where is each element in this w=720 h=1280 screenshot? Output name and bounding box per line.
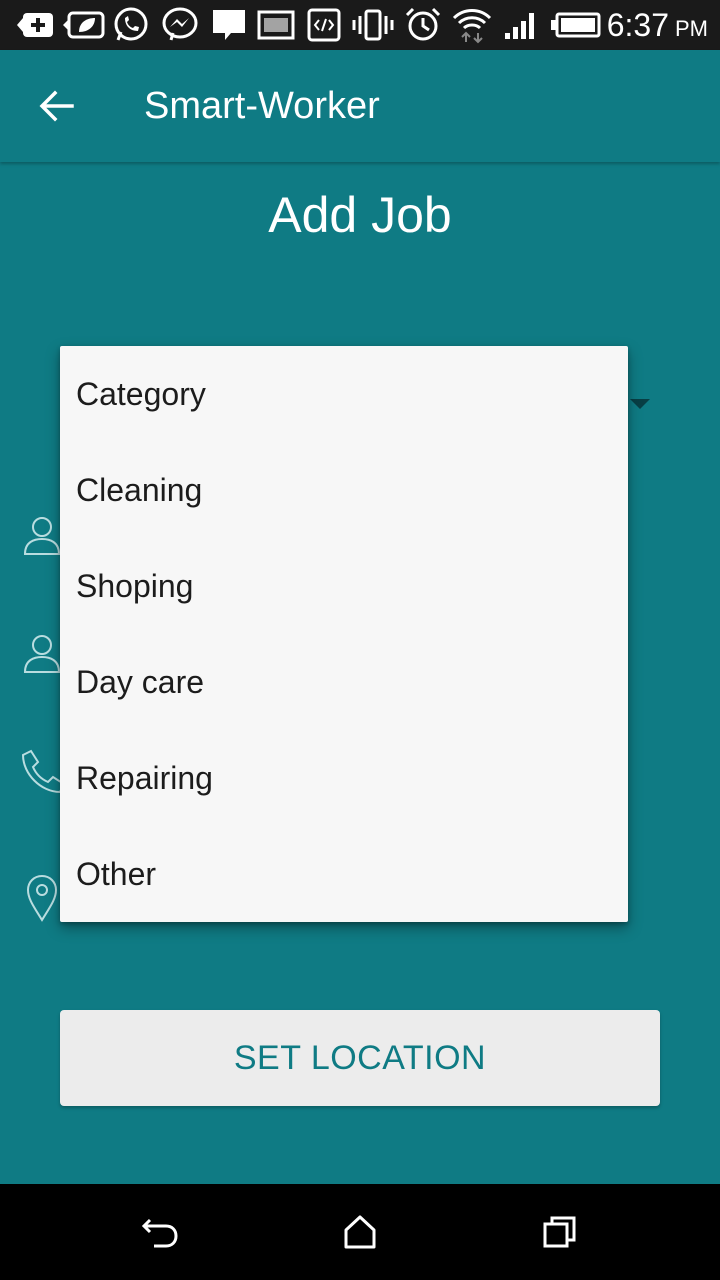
add-box-icon: [16, 8, 56, 42]
home-icon: [344, 1215, 376, 1249]
back-icon: [141, 1218, 178, 1248]
person-icon: [18, 630, 66, 678]
app-title: Smart-Worker: [144, 85, 380, 127]
alarm-icon: [402, 7, 444, 42]
image-icon: [256, 8, 296, 42]
category-dropdown: Category Cleaning Shoping Day care Repai…: [60, 346, 628, 922]
back-button[interactable]: [28, 78, 84, 134]
app-bar: Smart-Worker: [0, 50, 720, 162]
dropdown-item-category[interactable]: Category: [60, 346, 628, 442]
signal-icon: [502, 8, 540, 42]
dropdown-item-cleaning[interactable]: Cleaning: [60, 442, 628, 538]
status-time: 6:37: [606, 7, 669, 43]
status-clock: 6:37 PM: [607, 4, 708, 46]
vibrate-icon: [352, 8, 394, 42]
wifi-icon: [450, 8, 494, 44]
nav-back-button[interactable]: [130, 1202, 190, 1262]
status-ampm: PM: [675, 16, 708, 41]
whatsapp-icon: [110, 7, 152, 42]
set-location-button[interactable]: SET LOCATION: [60, 1010, 660, 1106]
person-icon: [18, 512, 66, 560]
code-icon: [306, 8, 342, 42]
navigation-bar: [0, 1184, 720, 1280]
dropdown-item-repairing[interactable]: Repairing: [60, 730, 628, 826]
recents-icon: [543, 1216, 576, 1248]
battery-icon: [550, 8, 602, 42]
page-title: Add Job: [268, 187, 452, 243]
leaf-notification-icon: [62, 8, 106, 42]
dropdown-item-day-care[interactable]: Day care: [60, 634, 628, 730]
spinner-arrow-icon[interactable]: [630, 399, 650, 409]
nav-recents-button[interactable]: [530, 1202, 590, 1262]
location-pin-icon: [18, 874, 66, 922]
arrow-back-icon: [39, 90, 74, 122]
status-bar: 6:37 PM: [0, 0, 720, 50]
phone-icon: [18, 748, 66, 796]
dropdown-item-shoping[interactable]: Shoping: [60, 538, 628, 634]
messenger-icon: [160, 7, 200, 42]
nav-home-button[interactable]: [330, 1202, 390, 1262]
message-icon: [210, 8, 248, 42]
dropdown-item-other[interactable]: Other: [60, 826, 628, 922]
